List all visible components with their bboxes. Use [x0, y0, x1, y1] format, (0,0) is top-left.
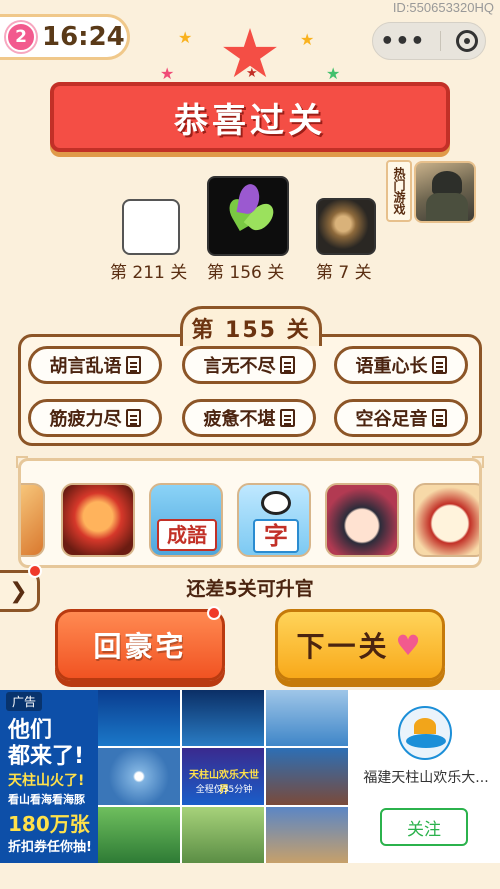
- ad-photo: [98, 806, 180, 863]
- idiom-card[interactable]: 疲惫不堪: [182, 399, 316, 437]
- chengyu-game-icon[interactable]: 成語: [149, 483, 223, 557]
- document-icon: [125, 409, 141, 427]
- level-label: 第 156 关: [207, 263, 285, 283]
- ad-photo: [182, 690, 264, 747]
- level-156-thumbnail: [207, 176, 289, 256]
- advertisement-banner[interactable]: 广告 他们 都来了! 天柱山火了! 看山看海看海豚 180万张 折扣券任你抽! …: [0, 690, 500, 863]
- notification-dot: [207, 606, 221, 620]
- status-pill: 2 16:24: [0, 14, 130, 60]
- zi-text: 字: [253, 519, 299, 553]
- clock-time: 16:24: [42, 22, 125, 52]
- ad-coupon-count: 180万张: [8, 812, 90, 836]
- ad-photo: [266, 748, 348, 805]
- document-icon: [125, 356, 141, 374]
- game-recommendation-strip: 成語 字: [18, 458, 482, 568]
- ad-label: 广告: [6, 692, 43, 711]
- ad-promo-panel[interactable]: 广告 他们 都来了! 天柱山火了! 看山看海看海豚 180万张 折扣券任你抽!: [0, 690, 98, 863]
- document-icon: [431, 356, 447, 374]
- ad-photo-caption: 全程仅35分钟: [195, 785, 253, 796]
- level-211-thumbnail: [122, 199, 180, 255]
- ad-subline: 看山看海看海豚: [8, 793, 85, 806]
- monkey-king-game-icon[interactable]: [61, 483, 135, 557]
- idiom-card[interactable]: 空谷足音: [334, 399, 468, 437]
- panda-zi-game-icon[interactable]: 字: [237, 483, 311, 557]
- ad-headline: 都来了!: [8, 744, 85, 769]
- spark-icon: ★: [178, 28, 193, 47]
- ad-photo: [98, 690, 180, 747]
- idiom-text: 胡言乱语: [49, 356, 122, 377]
- level-complete-banner: 恭喜过关: [50, 82, 450, 152]
- spark-icon: ★: [246, 66, 258, 81]
- document-icon: [279, 409, 295, 427]
- idiom-text: 言无不尽: [203, 356, 276, 377]
- document-icon: [279, 356, 295, 374]
- ad-photo: [182, 806, 264, 863]
- advertiser-logo: [398, 706, 452, 760]
- idiom-text: 空谷足音: [355, 409, 428, 430]
- chengyu-text: 成語: [157, 519, 217, 551]
- level-7-thumbnail: [316, 198, 376, 255]
- lives-heart-icon: 2: [6, 22, 36, 52]
- idiom-card[interactable]: 筋疲力尽: [28, 399, 162, 437]
- follow-button[interactable]: 关注: [380, 808, 468, 846]
- id-watermark: ID:550653320HQ: [392, 0, 494, 15]
- mini-program-capsule: •••: [372, 22, 486, 60]
- idiom-card[interactable]: 胡言乱语: [28, 346, 162, 384]
- girl-character-game-icon[interactable]: [325, 483, 399, 557]
- heart-icon: ♥: [395, 628, 424, 662]
- advertiser-name: 福建天柱山欢乐大...: [363, 770, 489, 786]
- document-icon: [431, 409, 447, 427]
- ad-subline: 天柱山火了!: [8, 773, 85, 789]
- current-level-title: 第 155 关: [180, 306, 322, 346]
- banner-title: 恭喜过关: [174, 100, 326, 141]
- strip-corner: [472, 456, 484, 468]
- idiom-text: 疲惫不堪: [203, 409, 276, 430]
- next-button-label: 下一关: [296, 630, 390, 663]
- ad-photo: [98, 748, 180, 805]
- promotion-progress-text: 还差5关可升官: [186, 578, 314, 600]
- idiom-card[interactable]: 言无不尽: [182, 346, 316, 384]
- capsule-divider: [440, 31, 442, 51]
- level-label: 第 7 关: [316, 263, 372, 283]
- hot-game-thumbnail[interactable]: [414, 161, 476, 223]
- bottom-bar: [0, 863, 500, 889]
- spark-icon: ★: [300, 30, 315, 49]
- lives-count: 2: [15, 27, 27, 47]
- level-label: 第 211 关: [110, 263, 188, 283]
- next-level-button[interactable]: 下一关 ♥: [275, 609, 445, 681]
- ad-photo: [266, 690, 348, 747]
- spark-icon: ★: [160, 64, 175, 83]
- ad-subline: 折扣券任你抽!: [8, 840, 92, 855]
- ad-photo: 天柱山欢乐大世界 全程仅35分钟: [182, 748, 264, 805]
- back-home-button[interactable]: 回豪宅: [55, 609, 225, 681]
- ad-photo: [266, 806, 348, 863]
- ad-photo-grid[interactable]: 天柱山欢乐大世界 全程仅35分钟: [98, 690, 348, 863]
- ad-advertiser-panel: 福建天柱山欢乐大... 关注: [348, 690, 500, 863]
- close-target-icon[interactable]: [455, 30, 478, 52]
- hot-games-tag[interactable]: 热门游戏: [386, 160, 412, 222]
- more-dots-icon[interactable]: •••: [380, 29, 425, 54]
- home-button-label: 回豪宅: [93, 630, 187, 663]
- idiom-text: 语重心长: [355, 356, 428, 377]
- spark-icon: ★: [326, 64, 341, 83]
- scholar-game-icon[interactable]: [413, 483, 479, 557]
- idiom-text: 筋疲力尽: [49, 409, 122, 430]
- idiom-card[interactable]: 语重心长: [334, 346, 468, 384]
- partial-game-icon[interactable]: [21, 483, 45, 557]
- strip-corner: [16, 456, 28, 468]
